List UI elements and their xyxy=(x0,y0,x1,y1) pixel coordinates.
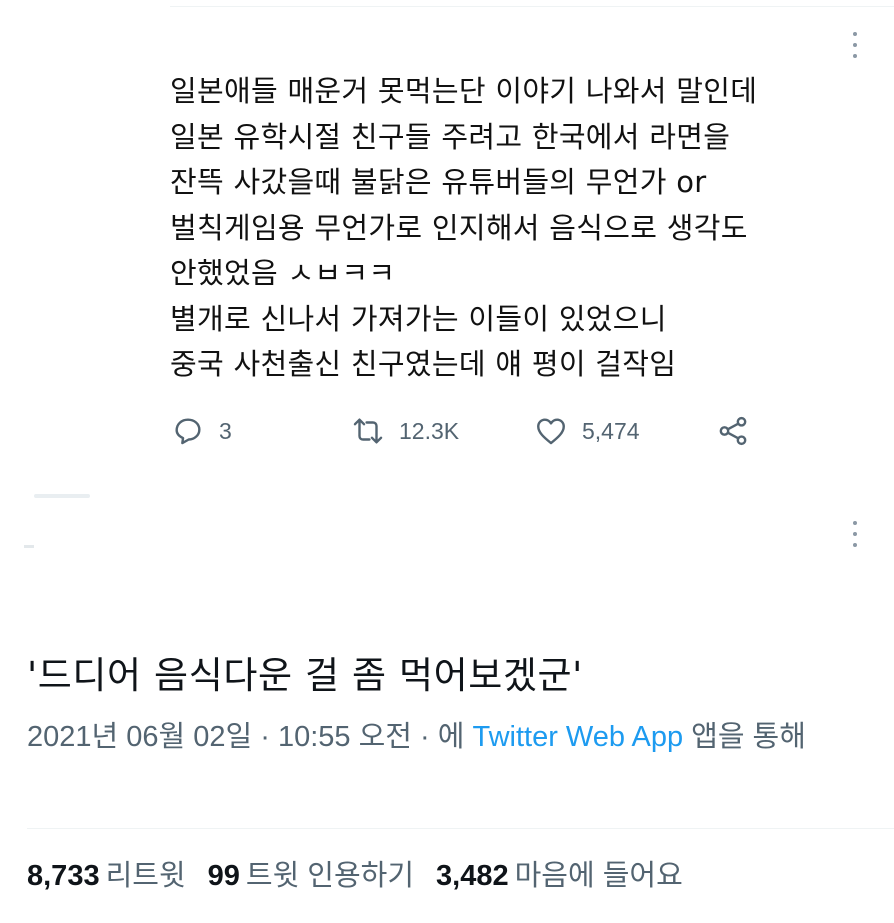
main-tweet-text: '드디어 음식다운 걸 좀 먹어보겠군' xyxy=(27,654,583,697)
reply-count: 3 xyxy=(219,417,232,444)
like-button[interactable]: 5,474 xyxy=(534,408,640,454)
tweet-text-line: 일본애들 매운거 못먹는단 이야기 나와서 말인데 xyxy=(170,74,758,108)
tweet-text-line: 벌칙게임용 무언가로 인지해서 음식으로 생각도 xyxy=(170,210,748,245)
tweet-text-line: 별개로 신나서 가져가는 이들이 있었으니 xyxy=(170,301,667,336)
quotes-label[interactable]: 트윗 인용하기 xyxy=(246,860,414,892)
tweet-text-line: 일본 유학시절 친구들 주려고 한국에서 라면을 xyxy=(170,119,731,154)
tweet-text-line: 중국 사천출신 친구였는데 얘 평이 걸작임 xyxy=(170,347,677,381)
likes-label[interactable]: 마음에 들어요 xyxy=(515,860,683,892)
retweets-label[interactable]: 리트윗 xyxy=(106,860,186,892)
tweet-screenshot: 일본애들 매운거 못먹는단 이야기 나와서 말인데 일본 유학시절 친구들 주려… xyxy=(0,0,894,923)
more-options-icon[interactable] xyxy=(852,32,858,58)
tweet-action-bar: 3 12.3K 5,474 xyxy=(0,408,894,454)
heart-icon xyxy=(537,418,565,445)
retweets-value[interactable]: 8,733 xyxy=(27,860,100,892)
share-button[interactable] xyxy=(716,408,750,454)
tweet-text-line: 안했었음 ㅅㅂㅋㅋ xyxy=(170,256,396,290)
tweet-text-line: 잔뜩 사갔을때 불닭은 유튜버들의 무언가 or xyxy=(170,165,707,199)
retweet-icon xyxy=(353,418,383,444)
more-options-icon[interactable] xyxy=(852,521,858,547)
tweet-meta: 2021년 06월 02일 · 10:55 오전 · 에 Twitter Web… xyxy=(27,715,887,759)
retweet-button[interactable]: 12.3K xyxy=(351,408,459,454)
quotes-value[interactable]: 99 xyxy=(208,860,240,892)
top-divider xyxy=(170,6,894,7)
retweet-count: 12.3K xyxy=(399,417,460,444)
reply-tweet-text: 일본애들 매운거 못먹는단 이야기 나와서 말인데 일본 유학시절 친구들 주려… xyxy=(170,69,860,388)
faded-mark xyxy=(34,494,90,498)
like-count: 5,474 xyxy=(582,417,640,444)
likes-value[interactable]: 3,482 xyxy=(436,860,509,892)
share-icon xyxy=(719,416,747,446)
stats-divider xyxy=(27,828,894,829)
tweet-stats: 8,733 리트윗 99 트윗 인용하기 3,482 마음에 들어요 xyxy=(27,852,705,900)
faded-mark xyxy=(24,545,34,548)
reply-button[interactable]: 3 xyxy=(171,408,232,454)
source-suffix: 앱을 통해 xyxy=(683,721,806,753)
reply-icon xyxy=(175,418,201,445)
source-app-link[interactable]: Twitter Web App xyxy=(472,721,683,753)
tweet-timestamp[interactable]: 2021년 06월 02일 · 10:55 오전 · 에 xyxy=(27,721,472,753)
